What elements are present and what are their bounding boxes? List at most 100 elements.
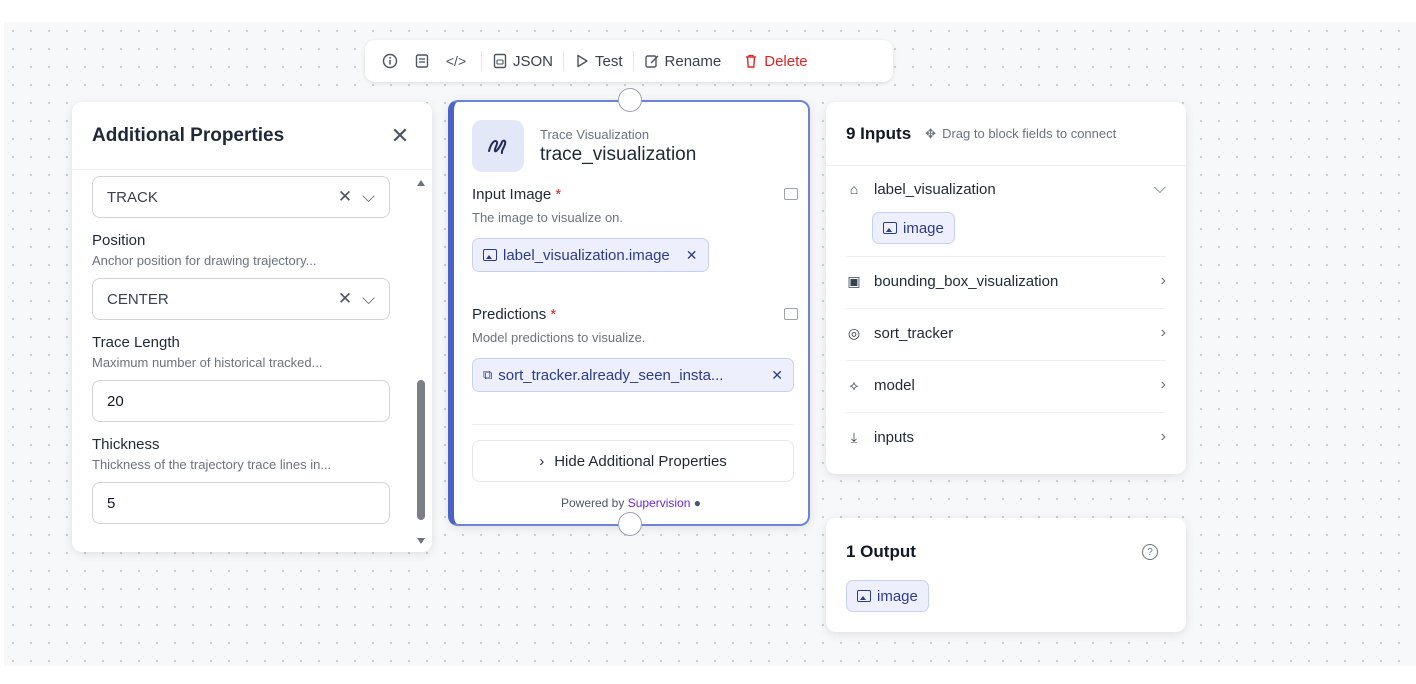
chevron-right-icon: › <box>539 452 545 470</box>
input-row-model[interactable]: ⟡ model › <box>846 376 1166 394</box>
chevron-down-icon[interactable]: ⌵ <box>362 289 375 309</box>
github-icon[interactable]: ● <box>694 496 701 510</box>
network-icon: ⟡ <box>849 376 859 393</box>
chevron-right-icon[interactable]: › <box>1161 376 1166 394</box>
predictions-label: Predictions * <box>472 306 557 323</box>
output-chip-image[interactable]: image <box>872 212 955 244</box>
input-row-label-visualization[interactable]: ⌂ label_visualization ⌵ <box>846 180 1166 198</box>
input-image-label: Input Image * <box>472 186 562 203</box>
block-type-label: Trace Visualization <box>540 126 650 142</box>
scrollbar-thumb[interactable] <box>417 380 425 520</box>
remove-chip-icon[interactable]: ✕ <box>686 247 698 264</box>
info-icon[interactable] <box>377 48 403 74</box>
trace-length-label: Trace Length <box>92 334 180 351</box>
toolbar-divider <box>632 51 634 71</box>
predictions-description: Model predictions to visualize. <box>472 330 646 345</box>
code-icon[interactable]: </> <box>441 48 471 74</box>
track-select[interactable]: TRACK ✕ ⌵ <box>92 176 390 218</box>
chevron-right-icon[interactable]: › <box>1161 324 1166 342</box>
powered-by: Powered by Supervision ● <box>560 496 701 510</box>
thickness-label: Thickness <box>92 436 160 453</box>
block-name[interactable]: trace_visualization <box>540 144 696 166</box>
position-select[interactable]: CENTER ✕ ⌵ <box>92 278 390 320</box>
output-chip-image[interactable]: image <box>846 580 929 612</box>
rename-label: Rename <box>664 52 722 70</box>
scroll-down-arrow[interactable] <box>417 538 425 544</box>
select-value: CENTER <box>107 290 169 308</box>
outputs-title: 1 Output <box>846 542 916 561</box>
json-button[interactable]: JSON <box>492 53 553 70</box>
target-icon: ◎ <box>847 324 861 341</box>
json-label: JSON <box>513 52 554 70</box>
divider <box>472 424 794 425</box>
hide-additional-properties-button[interactable]: › Hide Additional Properties <box>472 440 794 482</box>
image-icon <box>483 249 497 261</box>
input-image-description: The image to visualize on. <box>472 210 624 225</box>
properties-form: TRACK ✕ ⌵ Position Anchor position for dr… <box>92 176 392 524</box>
supervision-link[interactable]: Supervision <box>628 496 691 510</box>
trace-icon <box>472 120 524 172</box>
close-icon[interactable]: ✕ <box>388 123 412 149</box>
predictions-kind-icon <box>784 308 798 320</box>
block-toolbar: </> JSON Test Rename Delete <box>365 40 893 82</box>
test-button[interactable]: Test <box>574 53 623 70</box>
download-icon: ⤓ <box>850 428 858 445</box>
scroll-up-arrow[interactable] <box>417 180 425 186</box>
inputs-title: 9 Inputs <box>846 123 912 143</box>
input-row-inputs[interactable]: ⤓ inputs › <box>846 428 1166 446</box>
predictions-icon: ⧉ <box>483 367 493 382</box>
additional-properties-panel: Additional Properties ✕ TRACK ✕ ⌵ Positio… <box>72 102 432 552</box>
drag-hint: ✥ Drag to block fields to connect <box>925 125 1117 142</box>
remove-chip-icon[interactable]: ✕ <box>771 367 783 384</box>
json-file-icon <box>493 53 507 69</box>
inputs-panel: 9 Inputs ✥ Drag to block fields to conne… <box>826 102 1186 474</box>
toolbar-divider <box>563 51 565 71</box>
box-image-icon: ▣ <box>847 272 861 289</box>
trace-visualization-block[interactable]: Trace Visualization trace_visualization … <box>448 88 810 536</box>
thickness-input[interactable]: 5 <box>92 482 390 524</box>
panel-title: Additional Properties <box>92 124 285 146</box>
output-connector[interactable] <box>618 512 642 536</box>
predictions-chip[interactable]: ⧉ sort_tracker.already_seen_insta... ✕ <box>472 358 794 392</box>
trace-length-input[interactable]: 20 <box>92 380 390 422</box>
row-divider <box>846 308 1166 309</box>
position-description: Anchor position for drawing trajectory..… <box>92 253 317 268</box>
row-divider <box>846 412 1166 413</box>
rename-button[interactable]: Rename <box>644 52 722 70</box>
chevron-down-icon[interactable]: ⌵ <box>362 187 375 207</box>
panel-header: Additional Properties ✕ <box>72 102 432 170</box>
delete-label: Delete <box>764 52 808 70</box>
chevron-right-icon[interactable]: › <box>1161 428 1166 446</box>
input-image-chip[interactable]: label_visualization.image ✕ <box>472 238 709 272</box>
input-row-bounding-box-visualization[interactable]: ▣ bounding_box_visualization › <box>846 272 1166 290</box>
thickness-description: Thickness of the trajectory trace lines … <box>92 457 332 472</box>
test-label: Test <box>595 52 623 70</box>
tag-icon: ⌂ <box>849 181 859 197</box>
document-icon[interactable] <box>409 48 435 74</box>
trash-icon <box>746 54 757 68</box>
help-icon[interactable]: ? <box>1142 544 1158 560</box>
clear-icon[interactable]: ✕ <box>338 289 352 309</box>
row-divider <box>846 256 1166 257</box>
chip-label: label_visualization.image <box>503 246 670 264</box>
hide-button-label: Hide Additional Properties <box>554 452 727 470</box>
delete-button[interactable]: Delete <box>743 52 808 70</box>
select-value: TRACK <box>107 188 158 206</box>
move-icon: ✥ <box>925 125 937 141</box>
chevron-down-icon[interactable]: ⌵ <box>1154 180 1166 198</box>
play-icon <box>577 54 588 68</box>
outputs-panel: 1 Output ? image <box>826 518 1186 632</box>
row-divider <box>846 360 1166 361</box>
clear-icon[interactable]: ✕ <box>338 187 352 207</box>
image-kind-icon <box>784 188 798 200</box>
inputs-header: 9 Inputs ✥ Drag to block fields to conne… <box>826 102 1186 166</box>
input-row-sort-tracker[interactable]: ◎ sort_tracker › <box>846 324 1166 342</box>
input-connector[interactable] <box>618 88 642 112</box>
trace-length-description: Maximum number of historical tracked... <box>92 355 323 370</box>
toolbar-divider <box>481 51 482 71</box>
block-header: Trace Visualization trace_visualization <box>472 120 696 172</box>
position-label: Position <box>92 232 146 249</box>
image-icon <box>857 590 871 602</box>
chip-label: sort_tracker.already_seen_insta... <box>498 366 724 384</box>
chevron-right-icon[interactable]: › <box>1161 272 1166 290</box>
